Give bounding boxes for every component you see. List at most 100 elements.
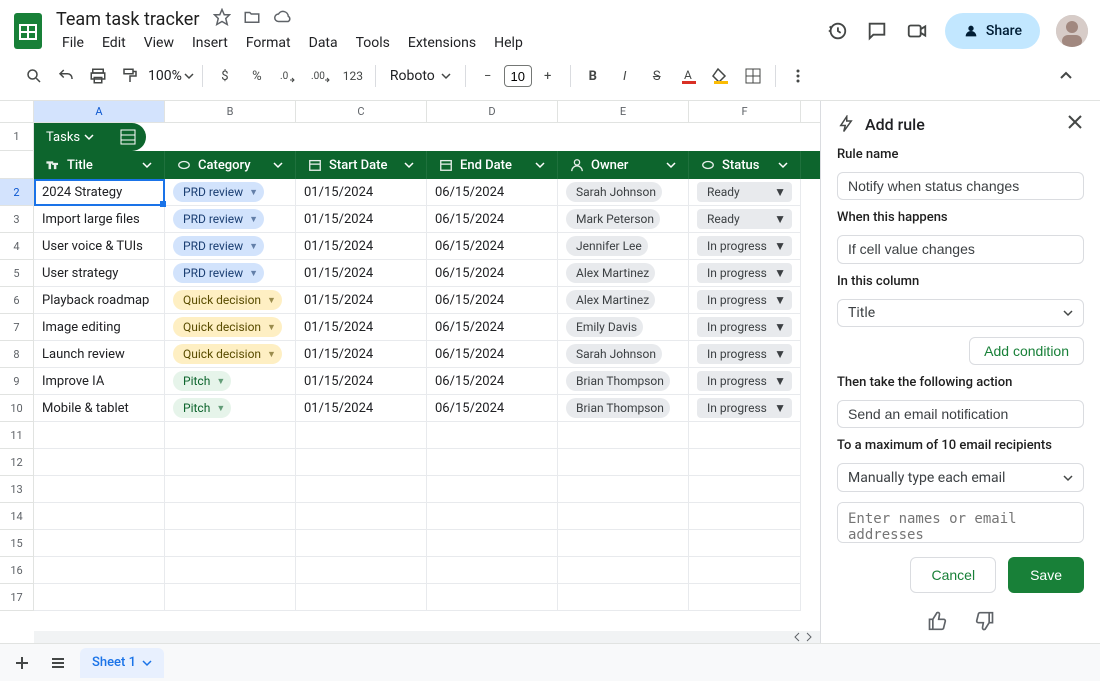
empty-cell[interactable] (165, 503, 296, 530)
save-button[interactable]: Save (1008, 557, 1084, 593)
menu-help[interactable]: Help (486, 32, 531, 54)
menu-tools[interactable]: Tools (348, 32, 398, 54)
italic-icon[interactable]: I (611, 62, 639, 90)
empty-cell[interactable] (689, 530, 801, 557)
empty-cell[interactable] (427, 530, 558, 557)
col-header-end[interactable]: End Date (427, 151, 558, 179)
menu-format[interactable]: Format (238, 32, 299, 54)
empty-cell[interactable] (165, 557, 296, 584)
email-recipients-input[interactable] (837, 502, 1084, 543)
cell-owner[interactable]: Jennifer Lee (558, 233, 689, 260)
close-icon[interactable] (1066, 113, 1084, 135)
thumbs-up-icon[interactable] (927, 611, 947, 635)
history-icon[interactable] (825, 19, 849, 43)
search-icon[interactable] (20, 62, 48, 90)
empty-cell[interactable] (558, 476, 689, 503)
cancel-button[interactable]: Cancel (910, 557, 996, 593)
empty-cell[interactable] (165, 584, 296, 611)
cell-title[interactable]: 2024 Strategy (34, 179, 165, 206)
cell-status[interactable]: In progress▼ (689, 368, 801, 395)
add-condition-button[interactable]: Add condition (969, 337, 1084, 365)
empty-cell[interactable] (296, 530, 427, 557)
empty-cell[interactable] (427, 503, 558, 530)
currency-icon[interactable]: $ (211, 62, 239, 90)
thumbs-down-icon[interactable] (975, 611, 995, 635)
empty-cell[interactable] (296, 476, 427, 503)
sheets-logo[interactable] (12, 11, 44, 51)
share-button[interactable]: Share (945, 13, 1040, 49)
cloud-status-icon[interactable] (273, 8, 293, 30)
cell-title[interactable]: Image editing (34, 314, 165, 341)
cell-category[interactable]: Pitch▼ (165, 395, 296, 422)
cell-start-date[interactable]: 01/15/2024 (296, 368, 427, 395)
col-header-start[interactable]: Start Date (296, 151, 427, 179)
account-avatar[interactable] (1056, 15, 1088, 47)
menu-data[interactable]: Data (301, 32, 346, 54)
column-header-A[interactable]: A (34, 101, 165, 122)
collapse-toolbar-icon[interactable] (1052, 62, 1080, 90)
empty-cell[interactable] (689, 422, 801, 449)
cell-status[interactable]: In progress▼ (689, 314, 801, 341)
empty-cell[interactable] (165, 449, 296, 476)
menu-edit[interactable]: Edit (94, 32, 134, 54)
empty-cell[interactable] (689, 476, 801, 503)
cell-category[interactable]: PRD review▼ (165, 260, 296, 287)
when-input[interactable] (837, 235, 1084, 263)
cell-category[interactable]: PRD review▼ (165, 233, 296, 260)
sheet-tab[interactable]: Sheet 1 (80, 648, 164, 678)
empty-cell[interactable] (689, 503, 801, 530)
empty-cell[interactable] (558, 584, 689, 611)
row-header[interactable]: 12 (0, 449, 34, 476)
rule-name-input[interactable] (837, 172, 1084, 200)
cell-start-date[interactable]: 01/15/2024 (296, 395, 427, 422)
cell-end-date[interactable]: 06/15/2024 (427, 206, 558, 233)
row-header[interactable]: 14 (0, 503, 34, 530)
row-header[interactable]: 2 (0, 179, 34, 206)
text-color-icon[interactable]: A (675, 62, 703, 90)
row-header[interactable]: 6 (0, 287, 34, 314)
cell-end-date[interactable]: 06/15/2024 (427, 179, 558, 206)
row-header[interactable]: 10 (0, 395, 34, 422)
row-header[interactable]: 4 (0, 233, 34, 260)
cell-end-date[interactable]: 06/15/2024 (427, 260, 558, 287)
zoom-selector[interactable]: 100% (148, 68, 194, 84)
empty-cell[interactable] (34, 503, 165, 530)
cell-end-date[interactable]: 06/15/2024 (427, 368, 558, 395)
doc-title[interactable]: Team task tracker (54, 9, 199, 30)
borders-icon[interactable] (739, 62, 767, 90)
bold-icon[interactable]: B (579, 62, 607, 90)
empty-cell[interactable] (558, 449, 689, 476)
more-tools-icon[interactable] (784, 62, 812, 90)
empty-cell[interactable] (427, 557, 558, 584)
recipients-mode-select[interactable]: Manually type each email (837, 463, 1084, 491)
cell-owner[interactable]: Brian Thompson (558, 368, 689, 395)
empty-cell[interactable] (165, 530, 296, 557)
empty-cell[interactable] (34, 422, 165, 449)
paint-format-icon[interactable] (116, 62, 144, 90)
strikethrough-icon[interactable]: S (643, 62, 671, 90)
empty-cell[interactable] (689, 584, 801, 611)
spreadsheet-grid[interactable]: ABCDEF 1 Tasks TтTitle Category Start Da… (0, 101, 820, 643)
cell-category[interactable]: Pitch▼ (165, 368, 296, 395)
fill-color-icon[interactable] (707, 62, 735, 90)
column-header-D[interactable]: D (427, 101, 558, 122)
cell-category[interactable]: Quick decision▼ (165, 314, 296, 341)
cell-owner[interactable]: Alex Martinez (558, 287, 689, 314)
menu-file[interactable]: File (54, 32, 92, 54)
empty-cell[interactable] (34, 557, 165, 584)
decrease-font-icon[interactable]: − (474, 62, 502, 90)
horizontal-scrollbar[interactable] (34, 631, 820, 643)
select-all-corner[interactable] (0, 101, 34, 123)
cell-end-date[interactable]: 06/15/2024 (427, 314, 558, 341)
then-input[interactable] (837, 400, 1084, 428)
cell-end-date[interactable]: 06/15/2024 (427, 287, 558, 314)
font-selector[interactable]: Roboto (384, 68, 457, 84)
menu-extensions[interactable]: Extensions (400, 32, 484, 54)
cell-status[interactable]: In progress▼ (689, 341, 801, 368)
cell-end-date[interactable]: 06/15/2024 (427, 233, 558, 260)
cell-title[interactable]: Playback roadmap (34, 287, 165, 314)
row-header[interactable]: 17 (0, 584, 34, 611)
undo-icon[interactable] (52, 62, 80, 90)
cell-start-date[interactable]: 01/15/2024 (296, 206, 427, 233)
col-header-owner[interactable]: Owner (558, 151, 689, 179)
